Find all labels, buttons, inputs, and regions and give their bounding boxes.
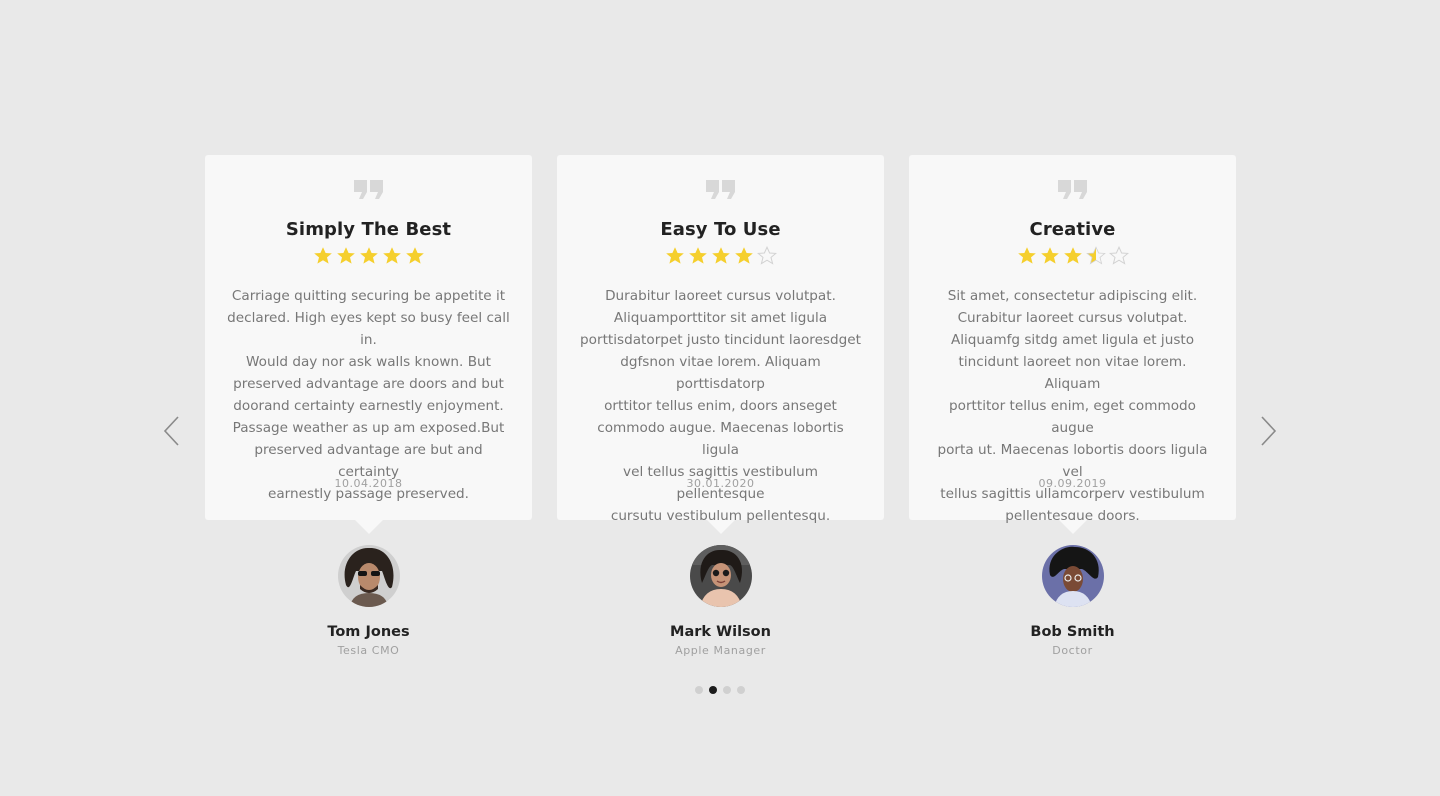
reviewer-role: Apple Manager [675,644,766,657]
rating-stars [557,246,884,270]
star-icon [1085,246,1106,265]
next-arrow-button[interactable] [1258,414,1278,448]
reviewer-name: Bob Smith [1030,624,1115,640]
testimonial-slider: Simply The Best Carriage quitting securi… [0,0,1440,796]
reviewer: Tom Jones Tesla CMO [205,545,532,659]
testimonial-card: Creative Sit amet, consectetur adipiscin… [909,155,1236,534]
avatar[interactable] [1041,545,1104,607]
chevron-left-icon [163,416,179,446]
rating-stars [909,246,1236,270]
star-icon [688,247,707,264]
rating-stars [205,246,532,270]
reviewer-name: Mark Wilson [670,624,771,640]
reviewer: Bob Smith Doctor [909,545,1236,659]
star-icon [756,246,777,265]
star-icon [359,247,378,264]
star-icon [382,247,401,264]
testimonial-card: Simply The Best Carriage quitting securi… [205,155,532,534]
quote-icon [705,180,735,199]
quote-icon [353,180,383,199]
testimonial-date: 09.09.2019 [1038,477,1107,490]
pagination-dots [0,686,1440,694]
star-icon [1063,247,1082,264]
star-icon [1108,246,1129,265]
reviewer-role: Doctor [1052,644,1093,657]
star-icon [313,247,332,264]
star-icon [665,247,684,264]
testimonial-text: Carriage quitting securing be appetite i… [227,288,510,502]
star-icon [711,247,730,264]
testimonial-date: 30.01.2020 [686,477,755,490]
pagination-dot[interactable] [695,686,703,694]
pagination-dot[interactable] [709,686,717,694]
quote-icon [1057,180,1087,199]
pagination-dot[interactable] [723,686,731,694]
pagination-dot[interactable] [737,686,745,694]
avatar[interactable] [689,545,752,607]
prev-arrow-button[interactable] [162,414,182,448]
testimonial-date: 10.04.2018 [334,477,403,490]
star-icon [734,247,753,264]
testimonial-text: Sit amet, consectetur adipiscing elit. C… [937,288,1208,524]
star-icon [1017,247,1036,264]
reviewer-name: Tom Jones [327,624,410,640]
testimonial-card: Easy To Use Durabitur laoreet cursus vol… [557,155,884,534]
testimonial-title: Creative [1029,219,1116,240]
reviewer: Mark Wilson Apple Manager [557,545,884,659]
testimonial-title: Easy To Use [660,219,781,240]
star-icon [336,247,355,264]
star-icon [1040,247,1059,264]
star-icon [405,247,424,264]
testimonial-title: Simply The Best [285,219,452,240]
chevron-right-icon [1261,416,1277,446]
testimonial-text: Durabitur laoreet cursus volutpat. Aliqu… [580,288,861,524]
reviewer-role: Tesla CMO [337,644,400,657]
avatar[interactable] [337,545,400,607]
